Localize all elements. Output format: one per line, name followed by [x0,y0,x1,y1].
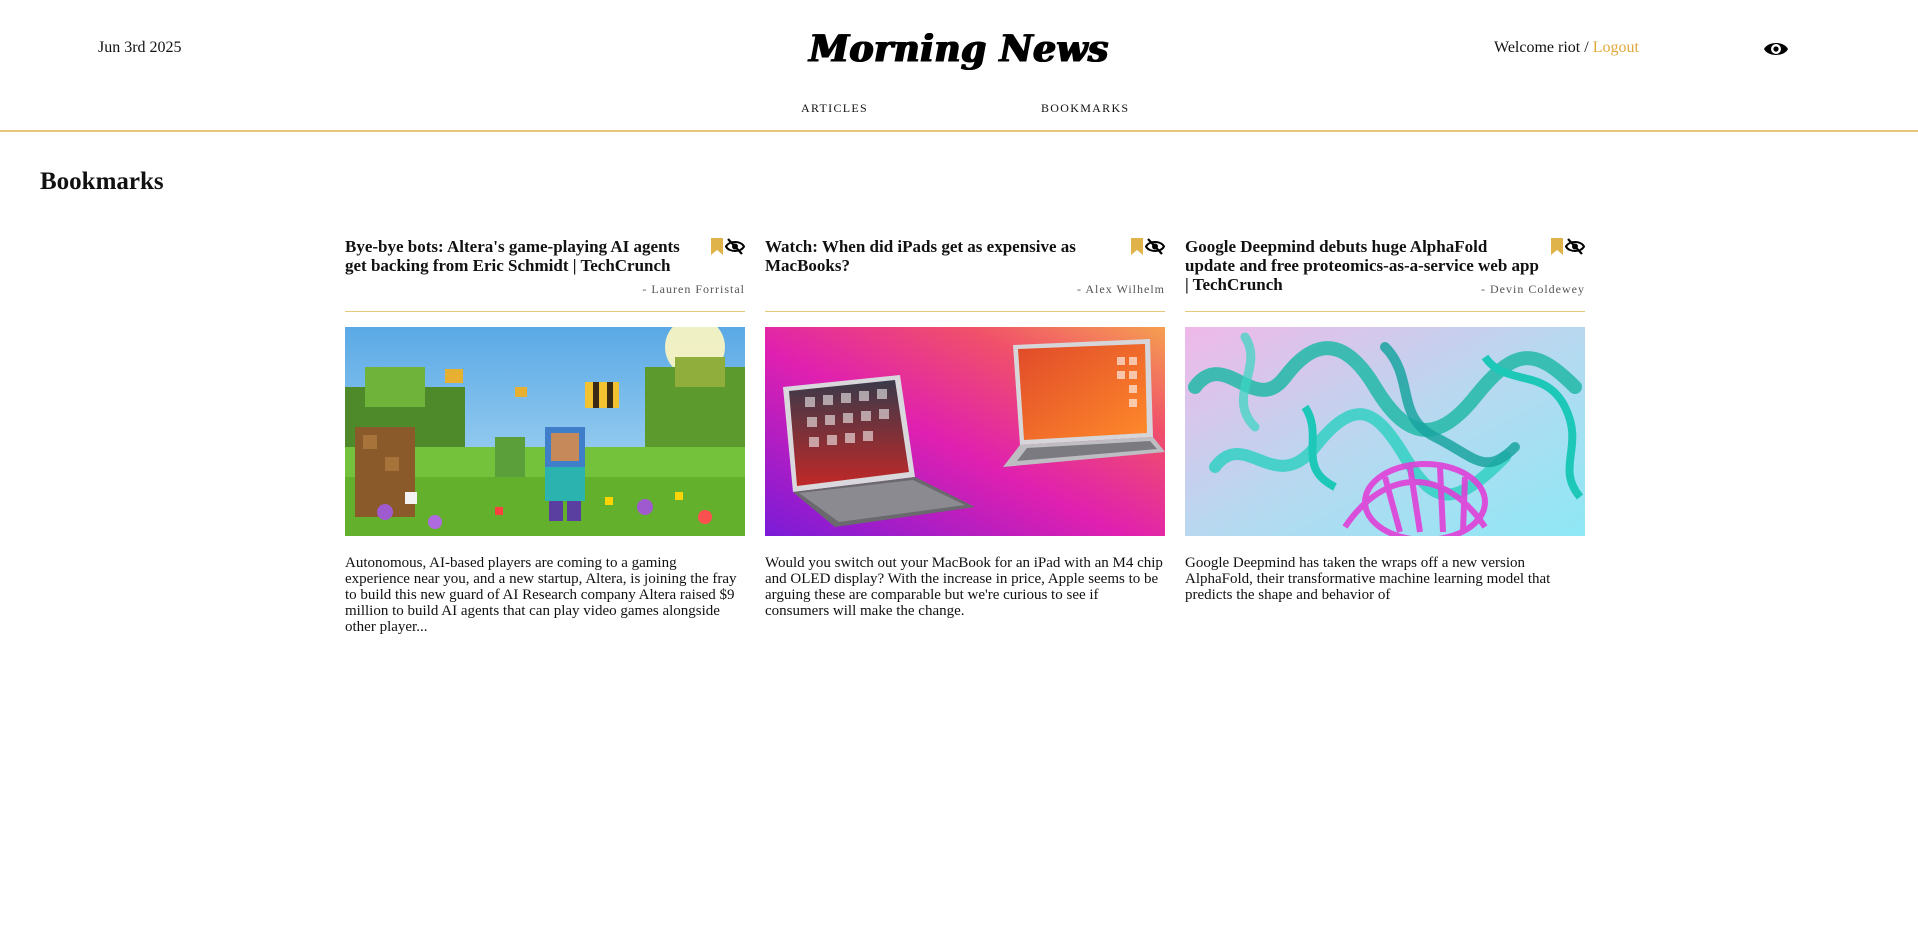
article-description: Would you switch out your MacBook for an… [765,555,1163,619]
article-card: Google Deepmind debuts huge AlphaFold up… [1185,237,1585,603]
site-header: Jun 3rd 2025 Morning News Welcome riot /… [0,0,1918,132]
nav-articles[interactable]: ARTICLES [801,101,868,116]
eye-slash-icon[interactable] [1145,238,1165,255]
article-title[interactable]: Watch: When did iPads get as expensive a… [765,237,1165,275]
bookmark-icon[interactable] [1131,238,1143,255]
bookmark-icon[interactable] [711,238,723,255]
article-card: Watch: When did iPads get as expensive a… [765,237,1165,619]
card-actions [1551,238,1585,255]
welcome-text: Welcome riot / [1494,39,1589,56]
site-logo-text: Morning News [809,26,1109,72]
article-card-header: Google Deepmind debuts huge AlphaFold up… [1185,237,1585,312]
article-author: - Lauren Forristal [642,282,745,296]
article-description: Autonomous, AI-based players are coming … [345,555,737,635]
article-author: - Devin Coldewey [1481,282,1585,296]
page-title: Bookmarks [40,168,164,195]
article-image[interactable] [345,327,745,536]
eye-slash-icon[interactable] [725,238,745,255]
article-title[interactable]: Bye-bye bots: Altera's game-playing AI a… [345,237,745,275]
article-image[interactable] [1185,327,1585,536]
article-card: Bye-bye bots: Altera's game-playing AI a… [345,237,745,635]
card-actions [1131,238,1165,255]
user-welcome: Welcome riot / Logout [1494,39,1639,57]
logout-link[interactable]: Logout [1593,39,1639,56]
eye-icon[interactable] [1763,38,1789,60]
article-card-header: Bye-bye bots: Altera's game-playing AI a… [345,237,745,312]
nav-bookmarks[interactable]: BOOKMARKS [1041,101,1129,116]
article-card-header: Watch: When did iPads get as expensive a… [765,237,1165,312]
eye-slash-icon[interactable] [1565,238,1585,255]
card-actions [711,238,745,255]
article-image[interactable] [765,327,1165,536]
article-description: Google Deepmind has taken the wraps off … [1185,555,1551,603]
article-author: - Alex Wilhelm [1077,282,1165,296]
bookmark-icon[interactable] [1551,238,1563,255]
